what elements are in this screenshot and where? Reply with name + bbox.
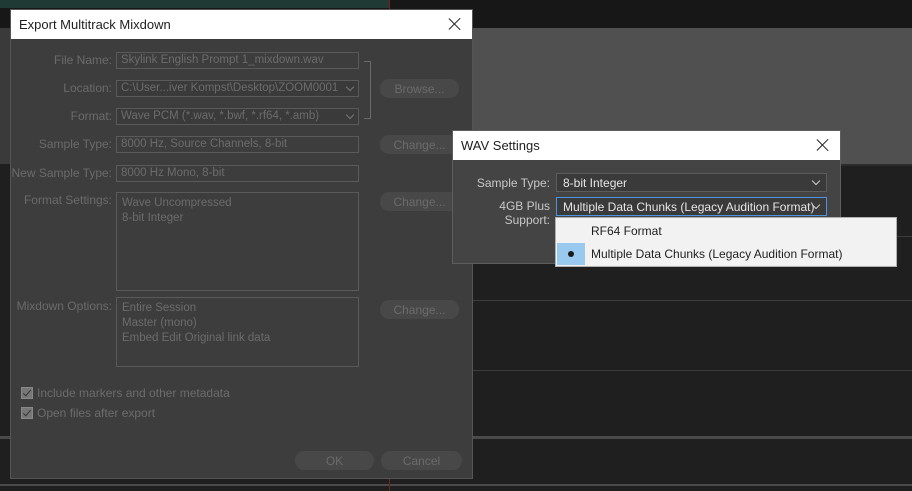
dialog-title: WAV Settings (461, 138, 540, 153)
dropdown-option-multiple-data-chunks[interactable]: Multiple Data Chunks (Legacy Audition Fo… (556, 242, 896, 266)
format-select[interactable]: Wave PCM (*.wav, *.bwf, *.rf64, *.amb) (116, 108, 359, 125)
open-files-checkbox-row[interactable]: Open files after export (21, 406, 155, 420)
new-sample-type-field: 8000 Hz Mono, 8-bit (116, 165, 359, 182)
dialog-titlebar: WAV Settings (453, 131, 840, 160)
chevron-down-icon (345, 82, 355, 92)
dialog-titlebar: Export Multitrack Mixdown (11, 10, 472, 39)
mixdown-option-line: Embed Edit Original link data (122, 332, 271, 344)
format-label: Format: (70, 109, 112, 123)
mixdown-options-label: Mixdown Options: (16, 299, 112, 313)
export-multitrack-mixdown-dialog: Export Multitrack Mixdown File Name: Sky… (10, 9, 473, 479)
mixdown-option-line: Master (mono) (122, 317, 197, 329)
checkbox-checked[interactable] (21, 387, 33, 399)
browse-button[interactable]: Browse... (380, 79, 459, 98)
dialog-title: Export Multitrack Mixdown (19, 17, 171, 32)
location-format-bracket (364, 61, 371, 119)
location-select[interactable]: C:\User...iver Kompst\Desktop\ZOOM0001 (116, 80, 359, 97)
close-icon[interactable] (814, 136, 832, 154)
plus-support-value: Multiple Data Chunks (Legacy Audition Fo… (563, 200, 815, 214)
checkbox-checked[interactable] (21, 407, 33, 419)
sample-type-label: Sample Type: (38, 137, 112, 151)
mixdown-options-box: Entire Session Master (mono) Embed Edit … (116, 297, 359, 367)
new-sample-type-label: New Sample Type: (11, 166, 113, 180)
wav-sample-type-label: Sample Type: (476, 176, 550, 190)
close-icon[interactable] (446, 15, 464, 33)
cancel-button[interactable]: Cancel (381, 451, 462, 470)
ok-button[interactable]: OK (295, 451, 374, 470)
file-name-input[interactable]: Skylink English Prompt 1_mixdown.wav (116, 52, 359, 69)
change-mixdown-options-button[interactable]: Change... (380, 300, 459, 319)
sample-type-field: 8000 Hz, Source Channels, 8-bit (116, 136, 359, 153)
wav-sample-type-select[interactable]: 8-bit Integer (556, 173, 827, 192)
timeline-divider (0, 484, 912, 486)
format-settings-line: 8-bit Integer (122, 212, 184, 224)
option-label: Multiple Data Chunks (Legacy Audition Fo… (591, 247, 843, 261)
change-format-settings-button[interactable]: Change... (380, 192, 459, 211)
plus-support-select[interactable]: Multiple Data Chunks (Legacy Audition Fo… (556, 197, 827, 216)
dropdown-option-rf64[interactable]: RF64 Format (556, 219, 896, 243)
change-sample-type-button[interactable]: Change... (380, 135, 459, 154)
include-markers-label: Include markers and other metadata (37, 386, 230, 400)
track-strip (0, 0, 390, 8)
plus-support-label: 4GB Plus Support: (499, 199, 550, 227)
selected-bullet-icon (557, 243, 585, 265)
option-marker (557, 220, 585, 242)
track-divider (473, 300, 912, 301)
location-label: Location: (63, 81, 112, 95)
option-label: RF64 Format (591, 224, 662, 238)
chevron-down-icon (811, 176, 821, 186)
format-settings-label: Format Settings: (23, 193, 112, 207)
file-name-label: File Name: (53, 53, 112, 67)
track-divider (473, 370, 912, 371)
chevron-down-icon (345, 110, 355, 120)
plus-support-dropdown-list: RF64 Format Multiple Data Chunks (Legacy… (555, 217, 897, 267)
format-settings-line: Wave Uncompressed (122, 197, 232, 209)
mixdown-option-line: Entire Session (122, 302, 197, 314)
open-files-label: Open files after export (37, 406, 156, 420)
format-value: Wave PCM (*.wav, *.bwf, *.rf64, *.amb) (121, 110, 320, 122)
wav-sample-type-value: 8-bit Integer (563, 176, 628, 190)
include-markers-checkbox-row[interactable]: Include markers and other metadata (21, 386, 230, 400)
format-settings-box: Wave Uncompressed 8-bit Integer (116, 192, 359, 291)
location-value: C:\User...iver Kompst\Desktop\ZOOM0001 (121, 82, 339, 94)
